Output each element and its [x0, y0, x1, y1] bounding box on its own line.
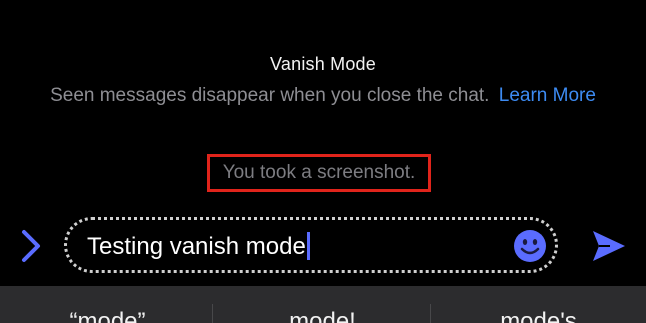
- suggestion-divider: [212, 304, 213, 323]
- screenshot-notice-text: You took a screenshot.: [222, 162, 416, 183]
- suggestion-item[interactable]: mode!: [215, 308, 430, 323]
- send-icon: [593, 231, 625, 261]
- smiley-icon: [514, 230, 546, 262]
- message-composer[interactable]: Testing vanish mode: [64, 217, 558, 273]
- suggestion-item[interactable]: mode's: [431, 308, 646, 323]
- chat-screen: Vanish Mode Seen messages disappear when…: [0, 0, 646, 323]
- send-button[interactable]: [590, 227, 628, 265]
- vanish-mode-subtitle: Seen messages disappear when you close t…: [50, 85, 490, 106]
- keyboard-suggestion-bar: “mode” mode! mode's: [0, 286, 646, 323]
- chevron-right-icon: [22, 230, 40, 262]
- emoji-button[interactable]: [513, 229, 547, 263]
- text-caret: [306, 232, 310, 260]
- learn-more-link[interactable]: Learn More: [499, 85, 596, 106]
- suggestion-item[interactable]: “mode”: [0, 308, 215, 323]
- expand-button[interactable]: [18, 228, 44, 264]
- message-input-value: Testing vanish mode: [87, 233, 306, 260]
- vanish-mode-title: Vanish Mode: [270, 54, 376, 74]
- screenshot-notice: You took a screenshot.: [207, 154, 431, 192]
- message-input[interactable]: Testing vanish mode: [87, 232, 310, 261]
- vanish-mode-description: Seen messages disappear when you close t…: [0, 85, 646, 107]
